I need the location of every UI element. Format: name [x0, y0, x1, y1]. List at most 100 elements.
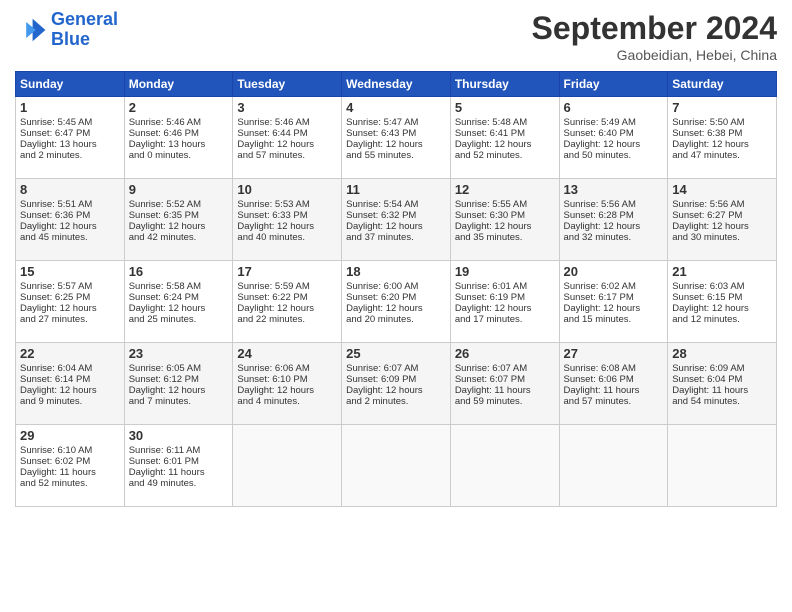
day-detail: Sunrise: 5:46 AM	[129, 117, 229, 128]
calendar-cell: 16Sunrise: 5:58 AMSunset: 6:24 PMDayligh…	[124, 261, 233, 343]
calendar-cell: 17Sunrise: 5:59 AMSunset: 6:22 PMDayligh…	[233, 261, 342, 343]
calendar-cell: 27Sunrise: 6:08 AMSunset: 6:06 PMDayligh…	[559, 343, 668, 425]
weekday-header: Thursday	[450, 72, 559, 97]
day-detail: and 12 minutes.	[672, 314, 772, 325]
day-number: 30	[129, 428, 229, 443]
calendar-cell: 14Sunrise: 5:56 AMSunset: 6:27 PMDayligh…	[668, 179, 777, 261]
calendar-cell: 5Sunrise: 5:48 AMSunset: 6:41 PMDaylight…	[450, 97, 559, 179]
day-detail: and 42 minutes.	[129, 232, 229, 243]
title-block: September 2024 Gaobeidian, Hebei, China	[532, 10, 777, 63]
day-detail: Sunrise: 5:45 AM	[20, 117, 120, 128]
day-number: 13	[564, 182, 664, 197]
day-detail: Sunset: 6:44 PM	[237, 128, 337, 139]
day-detail: Sunset: 6:04 PM	[672, 374, 772, 385]
day-number: 5	[455, 100, 555, 115]
day-detail: Daylight: 12 hours	[346, 303, 446, 314]
calendar-week: 1Sunrise: 5:45 AMSunset: 6:47 PMDaylight…	[16, 97, 777, 179]
header-row: SundayMondayTuesdayWednesdayThursdayFrid…	[16, 72, 777, 97]
day-detail: Sunrise: 6:03 AM	[672, 281, 772, 292]
day-number: 2	[129, 100, 229, 115]
day-number: 21	[672, 264, 772, 279]
day-detail: Sunrise: 6:02 AM	[564, 281, 664, 292]
day-number: 20	[564, 264, 664, 279]
calendar-table: SundayMondayTuesdayWednesdayThursdayFrid…	[15, 71, 777, 507]
day-detail: and 40 minutes.	[237, 232, 337, 243]
day-detail: and 37 minutes.	[346, 232, 446, 243]
calendar-cell: 6Sunrise: 5:49 AMSunset: 6:40 PMDaylight…	[559, 97, 668, 179]
day-detail: Sunset: 6:28 PM	[564, 210, 664, 221]
day-detail: Sunset: 6:32 PM	[346, 210, 446, 221]
calendar-cell	[342, 425, 451, 507]
day-number: 4	[346, 100, 446, 115]
day-detail: and 49 minutes.	[129, 478, 229, 489]
day-detail: and 17 minutes.	[455, 314, 555, 325]
calendar-cell: 21 Sunrise: 6:03 AMSunset: 6:15 PMDayligh…	[668, 261, 777, 343]
day-number: 10	[237, 182, 337, 197]
day-detail: Sunset: 6:19 PM	[455, 292, 555, 303]
day-number: 27	[564, 346, 664, 361]
calendar-cell	[559, 425, 668, 507]
day-detail: Sunrise: 5:56 AM	[672, 199, 772, 210]
day-detail: Daylight: 12 hours	[237, 221, 337, 232]
day-detail: and 52 minutes.	[20, 478, 120, 489]
day-number: 17	[237, 264, 337, 279]
day-detail: Daylight: 11 hours	[564, 385, 664, 396]
calendar-cell: 24Sunrise: 6:06 AMSunset: 6:10 PMDayligh…	[233, 343, 342, 425]
calendar-cell: 25Sunrise: 6:07 AMSunset: 6:09 PMDayligh…	[342, 343, 451, 425]
calendar-cell: 15Sunrise: 5:57 AMSunset: 6:25 PMDayligh…	[16, 261, 125, 343]
day-detail: and 7 minutes.	[129, 396, 229, 407]
day-detail: Sunrise: 5:46 AM	[237, 117, 337, 128]
calendar-cell: 10Sunrise: 5:53 AMSunset: 6:33 PMDayligh…	[233, 179, 342, 261]
day-detail: Sunrise: 5:58 AM	[129, 281, 229, 292]
calendar-cell: 19 Sunrise: 6:01 AMSunset: 6:19 PMDayligh…	[450, 261, 559, 343]
day-detail: Sunrise: 5:54 AM	[346, 199, 446, 210]
day-detail: Sunrise: 5:57 AM	[20, 281, 120, 292]
day-detail: Sunset: 6:15 PM	[672, 292, 772, 303]
calendar-cell: 9Sunrise: 5:52 AMSunset: 6:35 PMDaylight…	[124, 179, 233, 261]
day-number: 6	[564, 100, 664, 115]
day-detail: Sunset: 6:43 PM	[346, 128, 446, 139]
day-detail: Sunset: 6:01 PM	[129, 456, 229, 467]
day-detail: and 59 minutes.	[455, 396, 555, 407]
day-number: 8	[20, 182, 120, 197]
day-detail: Sunrise: 6:01 AM	[455, 281, 555, 292]
day-number: 19	[455, 264, 555, 279]
calendar-cell: 1Sunrise: 5:45 AMSunset: 6:47 PMDaylight…	[16, 97, 125, 179]
day-detail: and 45 minutes.	[20, 232, 120, 243]
calendar-cell: 13Sunrise: 5:56 AMSunset: 6:28 PMDayligh…	[559, 179, 668, 261]
day-detail: Sunset: 6:35 PM	[129, 210, 229, 221]
day-detail: Daylight: 12 hours	[20, 221, 120, 232]
day-number: 16	[129, 264, 229, 279]
calendar-week: 22Sunrise: 6:04 AMSunset: 6:14 PMDayligh…	[16, 343, 777, 425]
calendar-cell: 2Sunrise: 5:46 AMSunset: 6:46 PMDaylight…	[124, 97, 233, 179]
day-detail: Sunrise: 5:51 AM	[20, 199, 120, 210]
day-detail: Sunset: 6:20 PM	[346, 292, 446, 303]
day-detail: and 50 minutes.	[564, 150, 664, 161]
calendar-cell: 7Sunrise: 5:50 AMSunset: 6:38 PMDaylight…	[668, 97, 777, 179]
day-detail: Daylight: 12 hours	[672, 303, 772, 314]
day-detail: Sunset: 6:10 PM	[237, 374, 337, 385]
weekday-header: Wednesday	[342, 72, 451, 97]
day-detail: Sunset: 6:14 PM	[20, 374, 120, 385]
day-detail: Daylight: 12 hours	[129, 303, 229, 314]
month-title: September 2024	[532, 10, 777, 47]
day-detail: Daylight: 12 hours	[455, 303, 555, 314]
day-detail: Daylight: 12 hours	[564, 221, 664, 232]
day-detail: Sunset: 6:02 PM	[20, 456, 120, 467]
day-number: 28	[672, 346, 772, 361]
day-detail: Daylight: 11 hours	[20, 467, 120, 478]
weekday-header: Sunday	[16, 72, 125, 97]
location: Gaobeidian, Hebei, China	[532, 47, 777, 63]
day-detail: Daylight: 12 hours	[455, 139, 555, 150]
day-number: 7	[672, 100, 772, 115]
day-detail: Daylight: 12 hours	[129, 221, 229, 232]
day-detail: Sunrise: 5:48 AM	[455, 117, 555, 128]
day-detail: and 52 minutes.	[455, 150, 555, 161]
weekday-header: Monday	[124, 72, 233, 97]
calendar-week: 29Sunrise: 6:10 AMSunset: 6:02 PMDayligh…	[16, 425, 777, 507]
day-detail: and 15 minutes.	[564, 314, 664, 325]
calendar-cell: 8Sunrise: 5:51 AMSunset: 6:36 PMDaylight…	[16, 179, 125, 261]
day-detail: and 27 minutes.	[20, 314, 120, 325]
day-number: 12	[455, 182, 555, 197]
day-detail: Sunrise: 5:50 AM	[672, 117, 772, 128]
